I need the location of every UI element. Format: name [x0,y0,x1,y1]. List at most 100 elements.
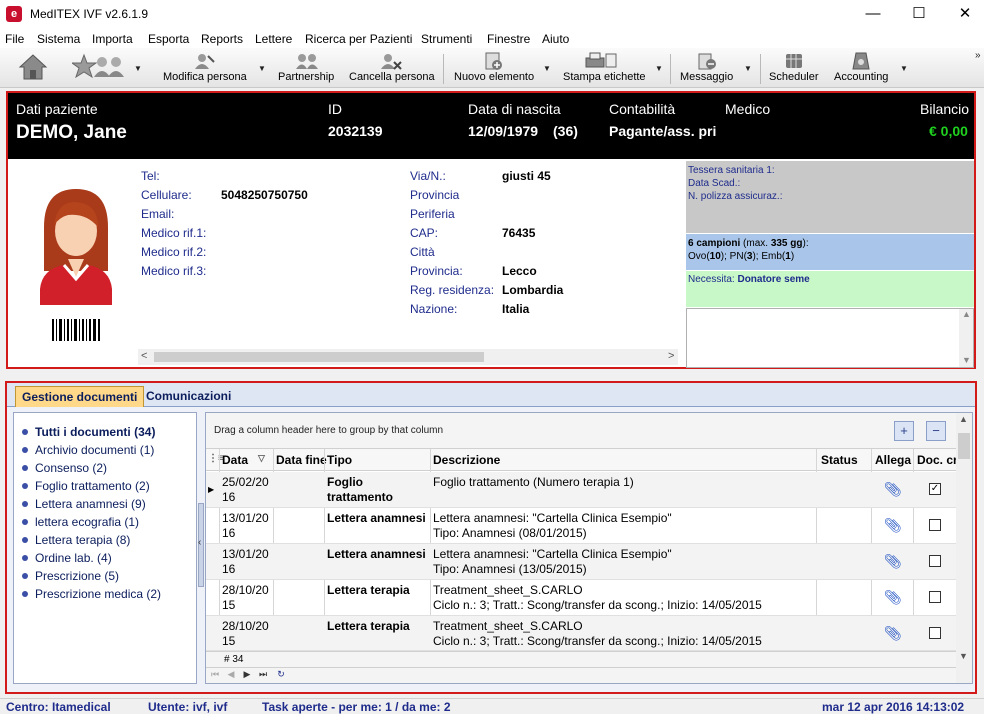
tree-item-treatment-sheet[interactable]: Foglio trattamento (2) [22,479,150,493]
accounting-dropdown-icon[interactable]: ▼ [900,64,908,73]
tree-item-therapy-letter[interactable]: Lettera terapia (8) [22,533,130,547]
menu-sistema[interactable]: Sistema [37,32,80,46]
tree-item-anamnesis-letter[interactable]: Lettera anamnesi (9) [22,497,146,511]
close-button[interactable]: ✕ [942,0,984,30]
menu-reports[interactable]: Reports [201,32,243,46]
accounting-button[interactable]: Accounting [828,48,894,88]
partnership-button[interactable]: Partnership [276,48,338,88]
paperclip-icon[interactable]: 📎︎ [884,517,902,534]
refresh-icon[interactable]: ↻ [274,669,288,682]
doc-created-checkbox[interactable] [929,591,941,603]
tree-item-label: Archivio documenti (1) [35,443,155,457]
scroll-down-icon[interactable]: ▼ [962,355,971,365]
doc-created-checkbox[interactable] [929,627,941,639]
column-header-status[interactable]: Status [821,453,858,467]
menu-importa[interactable]: Importa [92,32,133,46]
home-button[interactable] [12,48,52,88]
tree-item-label: Foglio trattamento (2) [35,479,150,493]
tree-item-medical-prescription[interactable]: Prescrizione medica (2) [22,587,161,601]
samples-max-value: 335 gg [770,238,803,249]
city-label: Città [410,245,435,259]
tree-item-ultrasound-letter[interactable]: lettera ecografia (1) [22,515,139,529]
table-row[interactable]: 13/01/20 16 Lettera anamnesi Lettera anam… [206,508,956,544]
print-labels-dropdown-icon[interactable]: ▼ [655,64,663,73]
tab-communications[interactable]: Comunicazioni [140,386,237,407]
scroll-right-icon[interactable]: > [668,350,674,362]
maximize-button[interactable]: ☐ [896,0,942,30]
scroll-left-icon[interactable]: < [141,350,147,362]
menu-lettere[interactable]: Lettere [255,32,292,46]
new-element-button[interactable]: Nuovo elemento [450,48,538,88]
people-dropdown-arrow-icon[interactable]: ▼ [134,64,142,73]
scrollbar-thumb[interactable] [154,352,484,362]
edit-person-button[interactable]: Modifica persona [160,48,250,88]
menu-file[interactable]: File [5,32,24,46]
doc-created-checkbox[interactable] [929,555,941,567]
cell-description: Foglio trattamento (Numero terapia 1) [433,475,634,489]
column-header-attach[interactable]: Allega [875,453,911,467]
print-labels-button[interactable]: Stampa etichette [560,48,650,88]
paperclip-icon[interactable]: 📎︎ [884,589,902,606]
document-panel: Gestione documenti Comunicazioni Tutti i… [5,381,977,694]
tab-document-management[interactable]: Gestione documenti [15,386,145,407]
tree-item-archive[interactable]: Archivio documenti (1) [22,443,154,457]
accounting-label: Accounting [834,71,889,83]
scroll-down-icon[interactable]: ▼ [959,651,968,661]
window-title: MedITEX IVF v2.6.1.9 [30,7,149,21]
column-header-type[interactable]: Tipo [327,453,352,467]
menu-esporta[interactable]: Esporta [148,32,189,46]
tree-item-all[interactable]: Tutti i documenti (34) [22,425,155,439]
scheduler-button[interactable]: Scheduler [764,48,824,88]
notes-scrollbar[interactable]: ▲ ▼ [959,309,973,367]
province2-value: Lecco [502,264,537,278]
edit-person-dropdown-icon[interactable]: ▼ [258,64,266,73]
expand-all-button[interactable]: + [894,421,914,441]
status-tasks[interactable]: Task aperte - per me: 1 / da me: 2 [262,700,451,714]
grid-vertical-scrollbar[interactable]: ▲ ▼ [956,413,972,683]
collapse-all-button[interactable]: − [926,421,946,441]
menu-ricerca-pazienti[interactable]: Ricerca per Pazienti [305,32,412,46]
scroll-up-icon[interactable]: ▲ [962,309,971,319]
message-button[interactable]: Messaggio [676,48,740,88]
group-by-area[interactable]: Drag a column header here to group by th… [206,413,956,449]
document-category-tree: Tutti i documenti (34) Archivio document… [13,412,197,684]
delete-person-button[interactable]: Cancella persona [346,48,438,88]
next-record-icon[interactable]: ▶ [240,669,254,682]
minimize-button[interactable]: — [850,0,896,30]
menu-finestre[interactable]: Finestre [487,32,530,46]
table-row[interactable]: ▶ 25/02/20 16 Foglio trattamento Foglio tr… [206,472,956,508]
people-button[interactable]: ▼ [68,48,142,88]
toolbar-overflow-icon[interactable]: » [975,50,981,61]
doc-created-checkbox[interactable]: ✓ [929,483,941,495]
menu-aiuto[interactable]: Aiuto [542,32,569,46]
paperclip-icon[interactable]: 📎︎ [884,481,902,498]
collapse-left-icon[interactable]: ‹ [198,537,201,548]
notes-textarea[interactable]: ▲ ▼ [686,308,974,368]
horizontal-scrollbar[interactable]: < > [138,349,678,365]
column-header-end-date[interactable]: Data fine [276,453,327,467]
tree-item-prescription[interactable]: Prescrizione (5) [22,569,119,583]
print-labels-label: Stampa etichette [563,71,646,83]
scrollbar-thumb[interactable] [958,433,970,459]
tree-item-lab-order[interactable]: Ordine lab. (4) [22,551,112,565]
doc-created-checkbox[interactable] [929,519,941,531]
column-header-description[interactable]: Descrizione [433,453,500,467]
last-record-icon[interactable]: ⏭ [256,669,270,682]
prev-record-icon[interactable]: ◀ [224,669,238,682]
table-row[interactable]: 28/10/20 15 Lettera terapia Treatment_she… [206,616,956,651]
scroll-up-icon[interactable]: ▲ [959,414,968,424]
sort-desc-icon[interactable]: ▽ [258,453,265,464]
cell-description: Lettera anamnesi: "Cartella Clinica Esem… [433,511,672,540]
table-row[interactable]: 13/01/20 16 Lettera anamnesi Lettera anam… [206,544,956,580]
new-element-dropdown-icon[interactable]: ▼ [543,64,551,73]
table-row[interactable]: 28/10/20 15 Lettera terapia Treatment_she… [206,580,956,616]
tree-item-consent[interactable]: Consenso (2) [22,461,107,475]
column-header-doc-created[interactable]: Doc. cr [917,453,958,467]
message-dropdown-icon[interactable]: ▼ [744,64,752,73]
column-header-date[interactable]: Data [222,453,248,467]
paperclip-icon[interactable]: 📎︎ [884,553,902,570]
first-record-icon[interactable]: ⏮ [208,669,222,682]
menu-strumenti[interactable]: Strumenti [421,32,472,46]
paperclip-icon[interactable]: 📎︎ [884,625,902,642]
panel-splitter[interactable]: ‹ [197,503,205,587]
